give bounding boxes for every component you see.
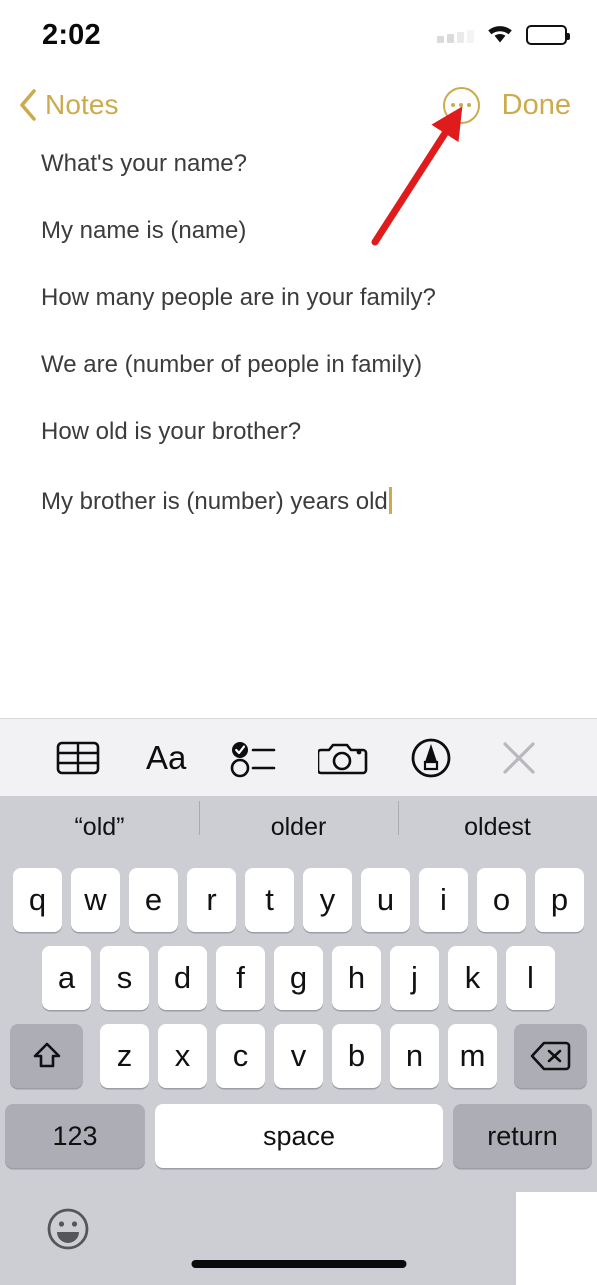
cellular-signal-icon xyxy=(437,27,474,43)
on-screen-keyboard: q w e r t y u i o p a s d f g h j k l z … xyxy=(0,858,597,1285)
space-key[interactable]: space xyxy=(155,1104,443,1168)
text-cursor xyxy=(388,487,392,514)
key-v[interactable]: v xyxy=(274,1024,323,1088)
key-d[interactable]: d xyxy=(158,946,207,1010)
backspace-delete-icon xyxy=(530,1041,570,1071)
key-y[interactable]: y xyxy=(303,868,352,932)
note-format-toolbar: Aa xyxy=(0,718,597,796)
note-line: What's your name? xyxy=(41,150,248,177)
status-time: 2:02 xyxy=(42,18,101,51)
wifi-icon xyxy=(485,22,515,49)
status-bar: 2:02 xyxy=(0,0,597,70)
close-keyboard-icon[interactable] xyxy=(489,731,549,785)
numbers-key[interactable]: 123 xyxy=(5,1104,145,1168)
key-t[interactable]: t xyxy=(245,868,294,932)
key-k[interactable]: k xyxy=(448,946,497,1010)
emoji-smiley-icon[interactable] xyxy=(45,1206,91,1252)
key-j[interactable]: j xyxy=(390,946,439,1010)
backspace-key[interactable] xyxy=(514,1024,587,1088)
key-h[interactable]: h xyxy=(332,946,381,1010)
key-q[interactable]: q xyxy=(13,868,62,932)
back-button-label: Notes xyxy=(45,89,119,120)
battery-icon xyxy=(526,25,570,45)
key-o[interactable]: o xyxy=(477,868,526,932)
prediction-candidate-2[interactable]: older xyxy=(199,800,398,842)
note-line: We are (number of people in family) xyxy=(41,351,423,378)
keyboard-row-2: a s d f g h j k l xyxy=(0,946,597,1010)
blank-overlay-patch xyxy=(516,1192,597,1285)
format-aa-icon[interactable]: Aa xyxy=(136,731,196,785)
note-line: My name is (name) xyxy=(41,217,247,244)
key-r[interactable]: r xyxy=(187,868,236,932)
done-button[interactable]: Done xyxy=(502,89,571,122)
note-line: How old is your brother? xyxy=(41,418,302,445)
key-c[interactable]: c xyxy=(216,1024,265,1088)
key-f[interactable]: f xyxy=(216,946,265,1010)
navigation-bar: Notes Done xyxy=(0,70,597,140)
keyboard-row-3: z x c v b n m xyxy=(0,1024,597,1088)
key-s[interactable]: s xyxy=(100,946,149,1010)
keyboard-bottom-bar xyxy=(0,1190,597,1285)
key-l[interactable]: l xyxy=(506,946,555,1010)
back-to-notes-button[interactable]: Notes xyxy=(18,88,119,122)
status-indicators xyxy=(437,22,570,49)
format-aa-label: Aa xyxy=(146,738,187,776)
chevron-left-icon xyxy=(18,88,38,122)
key-i[interactable]: i xyxy=(419,868,468,932)
key-m[interactable]: m xyxy=(448,1024,497,1088)
note-text-area[interactable]: What's your name? My name is (name) How … xyxy=(0,140,597,718)
ellipsis-circle-icon[interactable] xyxy=(442,86,480,124)
iphone-screen: 2:02 Notes Done What's your name? My nam… xyxy=(0,0,597,1285)
prediction-candidate-1[interactable]: “old” xyxy=(0,813,199,842)
note-line-active: My brother is (number) years old xyxy=(41,487,567,514)
key-x[interactable]: x xyxy=(158,1024,207,1088)
key-g[interactable]: g xyxy=(274,946,323,1010)
note-line: How many people are in your family? xyxy=(41,284,436,311)
markup-pen-icon[interactable] xyxy=(401,731,461,785)
return-key[interactable]: return xyxy=(453,1104,592,1168)
keyboard-row-1: q w e r t y u i o p xyxy=(0,858,597,932)
key-z[interactable]: z xyxy=(100,1024,149,1088)
shift-arrow-icon xyxy=(33,1042,60,1068)
camera-icon[interactable] xyxy=(313,731,373,785)
keyboard-row-4: 123 space return xyxy=(0,1102,597,1168)
key-a[interactable]: a xyxy=(42,946,91,1010)
key-u[interactable]: u xyxy=(361,868,410,932)
key-p[interactable]: p xyxy=(535,868,584,932)
key-e[interactable]: e xyxy=(129,868,178,932)
home-indicator xyxy=(191,1260,406,1268)
key-n[interactable]: n xyxy=(390,1024,439,1088)
shift-key[interactable] xyxy=(10,1024,83,1088)
prediction-bar: “old” older oldest xyxy=(0,796,597,858)
checklist-icon[interactable] xyxy=(224,731,284,785)
key-b[interactable]: b xyxy=(332,1024,381,1088)
nav-right-actions: Done xyxy=(442,86,571,124)
prediction-candidate-3[interactable]: oldest xyxy=(398,800,597,842)
key-w[interactable]: w xyxy=(71,868,120,932)
table-icon[interactable] xyxy=(48,731,108,785)
note-line-text: My brother is (number) years old xyxy=(41,488,388,515)
